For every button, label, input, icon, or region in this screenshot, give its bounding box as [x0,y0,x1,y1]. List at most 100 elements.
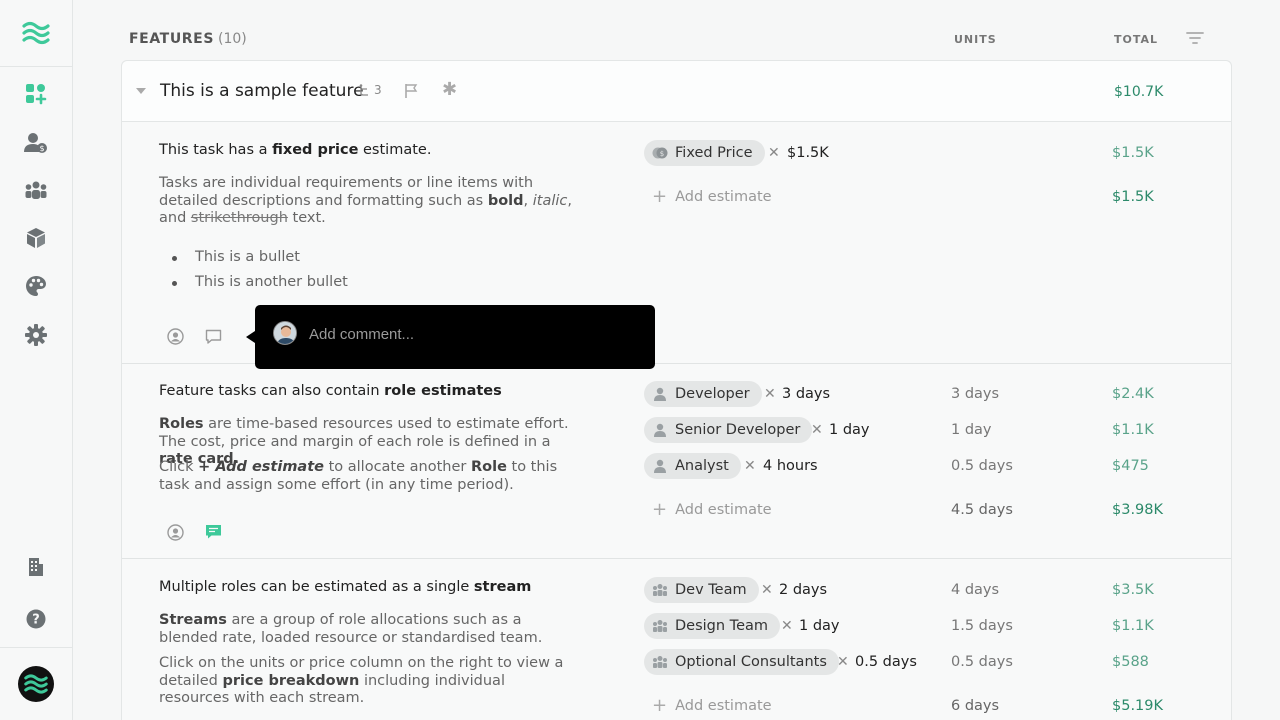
remove-estimate-button[interactable]: ✕ [811,422,823,438]
svg-text:?: ? [32,613,40,628]
nav-teams[interactable] [21,175,51,205]
account-avatar[interactable] [18,666,54,702]
task-title-bold: role estimates [384,383,502,399]
feature-title[interactable]: This is a sample feature [160,81,364,101]
assign-button[interactable] [167,328,185,346]
estimate-price[interactable]: $1.5K [1112,145,1154,161]
comment-button[interactable] [205,329,223,347]
user-circle-icon [167,328,184,345]
remove-estimate-button[interactable]: ✕ [764,386,776,402]
estimate-price[interactable]: $1.1K [1112,618,1154,634]
desc-bold-italic: + Add estimate [198,459,324,475]
nav-help[interactable]: ? [21,604,51,634]
person-icon [652,458,668,474]
estimate-label: Dev Team [675,582,747,598]
estimate-chip-design-team[interactable]: Design Team [644,613,780,639]
task-total-price[interactable]: $1.5K [1112,189,1154,205]
estimate-quantity[interactable]: 1 day [799,618,840,634]
estimate-quantity[interactable]: 4 hours [763,458,818,474]
remove-estimate-button[interactable]: ✕ [768,145,780,161]
estimate-chip-developer[interactable]: Developer [644,381,762,407]
task-title-bold: stream [473,579,532,595]
task-description[interactable]: Tasks are individual requirements or lin… [159,175,579,228]
estimate-units[interactable]: 0.5 days [951,458,1013,474]
filter-button[interactable] [1186,30,1206,48]
add-estimate-button[interactable]: + Add estimate [652,501,772,519]
nav-users[interactable]: $ [21,128,51,158]
estimate-units[interactable]: 3 days [951,386,999,402]
task-total-units[interactable]: 6 days [951,698,999,714]
dashboard-add-icon [26,84,47,105]
estimate-units[interactable]: 1.5 days [951,618,1013,634]
subtask-icon [359,84,368,96]
team-icon [25,181,47,199]
add-estimate-label: Add estimate [675,189,772,205]
desc-text: text. [287,210,326,226]
add-estimate-button[interactable]: + Add estimate [652,697,772,715]
estimate-units[interactable]: 0.5 days [951,654,1013,670]
estimate-units[interactable]: 4 days [951,582,999,598]
subtask-count[interactable]: 3 [358,83,382,97]
add-estimate-button[interactable]: + Add estimate [652,188,772,206]
estimate-chip-senior-developer[interactable]: Senior Developer [644,417,813,443]
total-column-header: TOTAL [1114,33,1159,46]
user-avatar [273,321,297,345]
estimate-quantity[interactable]: 3 days [782,386,830,402]
estimate-quantity[interactable]: $1.5K [787,145,829,161]
task-description[interactable]: Streams are a group of role allocations … [159,612,579,647]
estimate-price[interactable]: $588 [1112,654,1149,670]
wave-logo-icon [24,674,48,694]
add-estimate-label: Add estimate [675,502,772,518]
task-title[interactable]: Multiple roles can be estimated as a sin… [159,579,531,595]
task-total-price[interactable]: $3.98K [1112,502,1163,518]
estimate-chip-analyst[interactable]: Analyst [644,453,741,479]
assign-button[interactable] [167,524,185,542]
collapse-caret-icon[interactable] [136,88,146,94]
task-description-2[interactable]: Click + Add estimate to allocate another… [159,459,579,494]
estimate-chip-optional-consultants[interactable]: Optional Consultants [644,649,839,675]
estimate-chip-dev-team[interactable]: Dev Team [644,577,759,603]
estimate-quantity[interactable]: 1 day [829,422,870,438]
remove-estimate-button[interactable]: ✕ [744,458,756,474]
asterisk-icon[interactable]: ✱ [442,81,457,99]
estimate-price[interactable]: $475 [1112,458,1149,474]
units-column-header: UNITS [954,33,997,46]
nav-settings[interactable] [21,320,51,350]
estimate-quantity[interactable]: 2 days [779,582,827,598]
feature-count: (10) [218,31,247,47]
comment-button-active[interactable] [205,524,223,542]
add-estimate-label: Add estimate [675,698,772,714]
gear-icon [25,324,47,346]
estimate-price[interactable]: $2.4K [1112,386,1154,402]
nav-products[interactable] [21,223,51,253]
feature-header[interactable]: This is a sample feature 3 ✱ $10.7K [122,61,1231,122]
building-icon [29,558,43,576]
nav-organization[interactable] [21,552,51,582]
estimate-price[interactable]: $3.5K [1112,582,1154,598]
flag-icon [405,84,418,98]
palette-icon [26,276,46,296]
nav-quotes[interactable] [21,79,51,109]
feature-total[interactable]: $10.7K [1114,84,1163,100]
task-title[interactable]: Feature tasks can also contain role esti… [159,383,502,399]
estimate-quantity[interactable]: 0.5 days [855,654,917,670]
task-description-2[interactable]: Click on the units or price column on th… [159,655,579,708]
task-title[interactable]: This task has a fixed price estimate. [159,142,431,158]
remove-estimate-button[interactable]: ✕ [761,582,773,598]
app-logo[interactable] [0,0,72,67]
nav-themes[interactable] [21,271,51,301]
estimate-chip-fixed-price[interactable]: $ Fixed Price [644,140,765,166]
task-total-units[interactable]: 4.5 days [951,502,1013,518]
task-total-price[interactable]: $5.19K [1112,698,1163,714]
task-title-text: Multiple roles can be estimated as a sin… [159,579,474,595]
user-avatar-icon [274,322,296,344]
remove-estimate-button[interactable]: ✕ [837,654,849,670]
remove-estimate-button[interactable]: ✕ [781,618,793,634]
desc-text: Click [159,459,199,475]
estimate-units[interactable]: 1 day [951,422,992,438]
task-divider [122,558,1231,559]
flag-button[interactable] [404,83,418,103]
estimate-price[interactable]: $1.1K [1112,422,1154,438]
comment-input[interactable] [309,323,639,345]
comment-filled-icon [206,525,221,539]
